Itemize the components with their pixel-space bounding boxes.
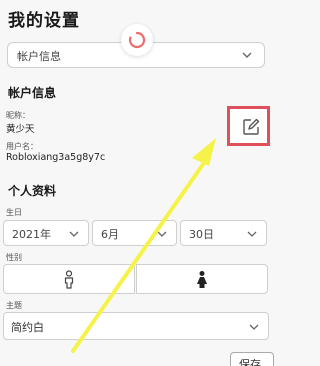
chevron-down-icon (249, 324, 259, 330)
chevron-down-icon (242, 52, 252, 58)
edit-button[interactable] (227, 106, 270, 146)
year-value: 2021年 (12, 228, 51, 241)
username-label: 用户名： (6, 142, 38, 151)
gender-female-button[interactable] (136, 264, 268, 294)
chevron-down-icon (69, 231, 79, 237)
username-value: Robloxiang3a5g8y7c (6, 152, 106, 163)
gender-male-button[interactable] (3, 264, 135, 294)
save-button[interactable]: 保存 (230, 352, 274, 366)
theme-select[interactable]: 简约白 (3, 312, 269, 340)
loading-spinner (121, 24, 153, 56)
nickname-value: 黄少天 (6, 124, 35, 135)
female-icon (197, 271, 207, 288)
account-heading: 帐户信息 (8, 86, 57, 100)
chevron-down-icon (157, 231, 167, 237)
birthday-label: 生日 (6, 208, 22, 217)
day-value: 30日 (189, 228, 214, 241)
theme-label: 主题 (6, 301, 22, 310)
nickname-label: 昵称： (6, 111, 30, 120)
section-select-value: 帐户信息 (17, 50, 61, 63)
month-select[interactable]: 6月 (92, 220, 177, 246)
gender-label: 性别 (6, 253, 22, 262)
chevron-down-icon (247, 231, 257, 237)
profile-heading: 个人资料 (8, 184, 57, 198)
theme-value: 简约白 (11, 321, 44, 334)
edit-icon (243, 118, 260, 135)
male-icon (64, 270, 74, 289)
day-select[interactable]: 30日 (180, 220, 267, 246)
refresh-spinner-icon (128, 31, 146, 49)
page-title: 我的设置 (8, 11, 80, 31)
month-value: 6月 (101, 228, 119, 241)
year-select[interactable]: 2021年 (3, 220, 89, 246)
